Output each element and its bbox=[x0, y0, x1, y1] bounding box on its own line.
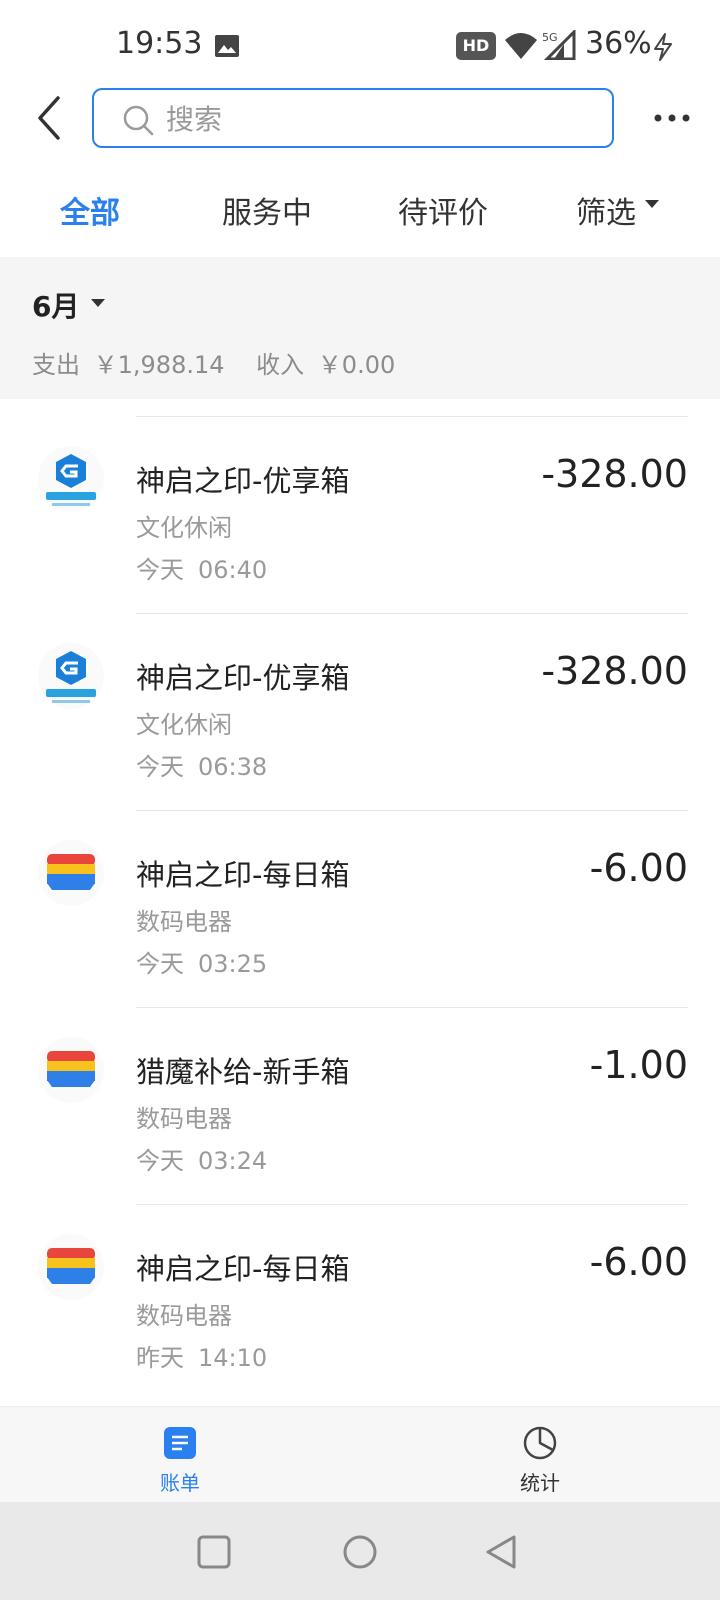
transaction-amount: -328.00 bbox=[541, 452, 688, 496]
transaction-time: 今天 03:25 bbox=[136, 944, 267, 979]
transaction-clock: 06:38 bbox=[198, 753, 268, 781]
transaction-title: 神启之印-优享箱 bbox=[136, 661, 350, 695]
tab-filter[interactable]: 筛选 bbox=[576, 188, 636, 232]
transaction-time: 今天 06:40 bbox=[136, 550, 267, 585]
month-selector[interactable]: 6月 bbox=[32, 285, 79, 325]
network-type: 5G bbox=[542, 31, 558, 44]
transaction-day: 今天 bbox=[136, 1147, 184, 1175]
more-options-icon[interactable] bbox=[652, 104, 692, 132]
transaction-day: 今天 bbox=[136, 556, 184, 584]
recent-apps-icon[interactable] bbox=[194, 1532, 234, 1572]
income-label: 收入 bbox=[256, 351, 305, 379]
transaction-title: 神启之印-每日箱 bbox=[136, 858, 350, 892]
transaction-category: 文化休闲 bbox=[136, 711, 232, 739]
wallet-logo-icon bbox=[38, 840, 104, 906]
game-logo-icon bbox=[38, 446, 104, 512]
tab-pending-review[interactable]: 待评价 bbox=[398, 188, 488, 232]
expense-label: 支出 bbox=[32, 351, 80, 379]
transaction-day: 今天 bbox=[136, 950, 184, 978]
hd-badge: HD bbox=[456, 32, 496, 60]
transaction-title: 猎魔补给-新手箱 bbox=[136, 1055, 350, 1089]
back-arrow-icon[interactable] bbox=[30, 92, 70, 144]
chevron-down-icon[interactable] bbox=[90, 297, 106, 309]
transaction-list: 神启之印-优享箱 文化休闲 今天 06:40 -328.00 神启之印-优享箱 文… bbox=[0, 400, 720, 1406]
transaction-day: 今天 bbox=[136, 753, 184, 781]
list-item[interactable]: 猎魔补给-新手箱 数码电器 今天 03:24 -1.00 bbox=[0, 1007, 720, 1204]
bill-icon bbox=[164, 1427, 196, 1459]
transaction-clock: 03:25 bbox=[198, 950, 268, 978]
expense-value: ￥1,988.14 bbox=[93, 351, 225, 379]
back-icon[interactable] bbox=[482, 1532, 522, 1572]
month-summary: 6月 支出 ￥1,988.14 收入 ￥0.00 bbox=[0, 257, 720, 399]
transaction-title: 神启之印-每日箱 bbox=[136, 1252, 350, 1286]
tab-all[interactable]: 全部 bbox=[60, 188, 120, 232]
divider bbox=[136, 1204, 688, 1205]
month-totals: 支出 ￥1,988.14 收入 ￥0.00 bbox=[32, 345, 401, 380]
filter-tabs: 全部 服务中 待评价 筛选 bbox=[0, 178, 720, 244]
search-input[interactable] bbox=[166, 98, 596, 140]
bottom-navigation: 账单 统计 bbox=[0, 1406, 720, 1502]
gallery-icon bbox=[215, 35, 239, 57]
pie-chart-icon bbox=[523, 1426, 557, 1460]
transaction-time: 今天 03:24 bbox=[136, 1141, 267, 1176]
tab-in-service[interactable]: 服务中 bbox=[222, 188, 312, 232]
search-box[interactable] bbox=[92, 88, 614, 148]
search-icon bbox=[123, 105, 154, 136]
status-time: 19:53 bbox=[116, 26, 203, 61]
charging-icon bbox=[654, 33, 672, 61]
game-logo-icon bbox=[38, 643, 104, 709]
transaction-time: 昨天 14:10 bbox=[136, 1338, 267, 1373]
transaction-clock: 03:24 bbox=[198, 1147, 268, 1175]
divider bbox=[136, 416, 688, 417]
nav-bill-label: 账单 bbox=[160, 1471, 200, 1495]
transaction-clock: 14:10 bbox=[198, 1344, 268, 1372]
income-value: ￥0.00 bbox=[317, 351, 396, 379]
transaction-clock: 06:40 bbox=[198, 556, 268, 584]
list-item[interactable]: 神启之印-每日箱 数码电器 今天 03:25 -6.00 bbox=[0, 810, 720, 1007]
transaction-time: 今天 06:38 bbox=[136, 747, 267, 782]
wifi-icon bbox=[505, 33, 537, 59]
filter-dropdown-icon[interactable] bbox=[644, 198, 660, 210]
list-item[interactable]: 神启之印-优享箱 文化休闲 今天 06:40 -328.00 bbox=[0, 416, 720, 613]
divider bbox=[136, 613, 688, 614]
wallet-logo-icon bbox=[38, 1037, 104, 1103]
transaction-title: 神启之印-优享箱 bbox=[136, 464, 350, 498]
divider bbox=[136, 1007, 688, 1008]
battery-level: 36% bbox=[585, 26, 652, 61]
transaction-category: 数码电器 bbox=[136, 1105, 232, 1133]
transaction-category: 数码电器 bbox=[136, 908, 232, 936]
transaction-amount: -1.00 bbox=[589, 1043, 688, 1087]
transaction-amount: -6.00 bbox=[589, 846, 688, 890]
wallet-logo-icon bbox=[38, 1234, 104, 1300]
list-item[interactable]: 神启之印-每日箱 数码电器 昨天 14:10 -6.00 bbox=[0, 1204, 720, 1401]
transaction-category: 数码电器 bbox=[136, 1302, 232, 1330]
transaction-day: 昨天 bbox=[136, 1344, 184, 1372]
transaction-category: 文化休闲 bbox=[136, 514, 232, 542]
cellular-signal-icon: 5G bbox=[542, 30, 576, 60]
system-navigation-bar bbox=[0, 1502, 720, 1600]
nav-bill[interactable]: 账单 bbox=[130, 1425, 230, 1496]
status-bar: 19:53 HD 5G 36% bbox=[0, 0, 720, 90]
list-item[interactable]: 神启之印-优享箱 文化休闲 今天 06:38 -328.00 bbox=[0, 613, 720, 810]
divider bbox=[136, 810, 688, 811]
nav-statistics[interactable]: 统计 bbox=[490, 1425, 590, 1496]
transaction-amount: -6.00 bbox=[589, 1240, 688, 1284]
nav-statistics-label: 统计 bbox=[520, 1471, 560, 1495]
transaction-amount: -328.00 bbox=[541, 649, 688, 693]
home-icon[interactable] bbox=[340, 1532, 380, 1572]
